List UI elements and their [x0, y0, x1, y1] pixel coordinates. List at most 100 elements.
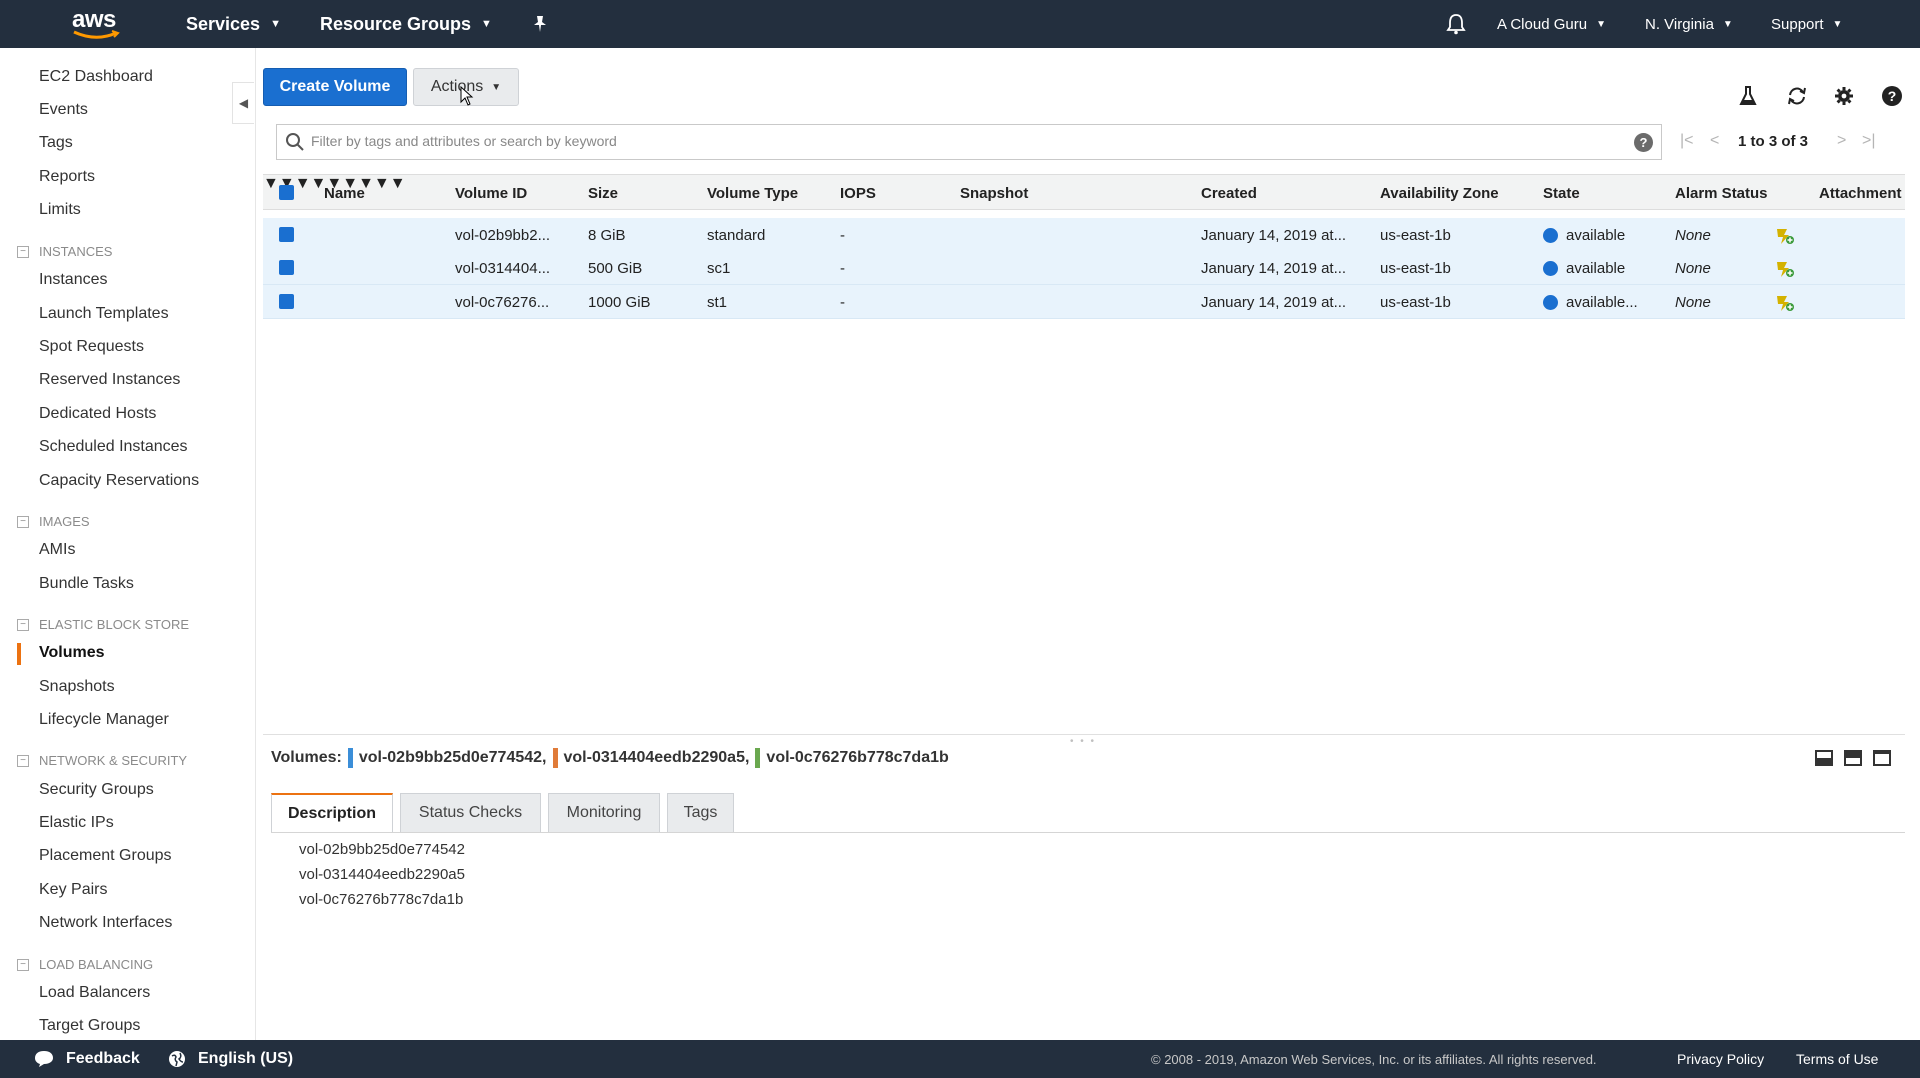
- volume-id-link[interactable]: vol-02b9bb25d0e774542,: [359, 749, 547, 767]
- aws-logo[interactable]: aws: [70, 6, 124, 42]
- sidebar-item-snapshots[interactable]: Snapshots: [39, 678, 115, 696]
- collapse-icon[interactable]: −: [17, 754, 29, 767]
- sort-icon[interactable]: ▼: [374, 175, 390, 192]
- select-all-checkbox[interactable]: [279, 185, 294, 200]
- volume-id-link[interactable]: vol-0c76276b778c7da1b: [766, 749, 948, 767]
- volume-id-link[interactable]: vol-0314404eedb2290a5,: [564, 749, 750, 767]
- sidebar-section-images[interactable]: − IMAGES: [17, 514, 90, 529]
- sidebar-item-instances[interactable]: Instances: [39, 271, 107, 289]
- gear-icon[interactable]: [1832, 84, 1856, 108]
- create-volume-button[interactable]: Create Volume: [263, 68, 407, 106]
- refresh-icon[interactable]: [1785, 84, 1809, 108]
- sidebar-item-lifecycle-manager[interactable]: Lifecycle Manager: [39, 711, 169, 729]
- sort-icon[interactable]: ▼: [263, 175, 279, 192]
- top-nav: aws Services ▼ Resource Groups ▼ A Cloud…: [0, 0, 1920, 48]
- search-input[interactable]: [311, 133, 1611, 149]
- table-row[interactable]: vol-02b9bb2... 8 GiB standard - January 14, …: [263, 218, 1905, 252]
- column-header-volume-type[interactable]: Volume Type: [707, 175, 798, 211]
- sidebar-item-limits[interactable]: Limits: [39, 201, 81, 219]
- row-checkbox[interactable]: [279, 294, 294, 309]
- prev-page-icon[interactable]: <: [1710, 132, 1719, 150]
- pin-icon[interactable]: [532, 0, 548, 48]
- bell-icon[interactable]: [1446, 0, 1466, 48]
- create-alarm-icon[interactable]: [1775, 251, 1795, 285]
- sidebar-section-load-balancing[interactable]: − LOAD BALANCING: [17, 957, 153, 972]
- resize-handle[interactable]: • • •: [1070, 736, 1100, 747]
- sidebar-item-key-pairs[interactable]: Key Pairs: [39, 881, 107, 899]
- column-header-snapshot[interactable]: Snapshot: [960, 175, 1028, 211]
- sidebar-item-spot-requests[interactable]: Spot Requests: [39, 338, 144, 356]
- sidebar-item-placement-groups[interactable]: Placement Groups: [39, 847, 172, 865]
- sidebar-item-elastic-ips[interactable]: Elastic IPs: [39, 814, 114, 832]
- column-header-alarm-status[interactable]: Alarm Status: [1675, 175, 1768, 211]
- feedback-link[interactable]: Feedback: [34, 1050, 140, 1068]
- privacy-policy-link[interactable]: Privacy Policy: [1677, 1051, 1764, 1067]
- collapse-sidebar-icon[interactable]: ◀: [232, 82, 254, 124]
- sidebar-section-elastic-block-store[interactable]: − ELASTIC BLOCK STORE: [17, 617, 189, 632]
- flask-icon[interactable]: [1736, 84, 1760, 108]
- column-header-state[interactable]: State: [1543, 175, 1580, 211]
- resource-groups-menu[interactable]: Resource Groups ▼: [320, 0, 492, 48]
- cell-type: st1: [707, 293, 728, 311]
- column-header-size[interactable]: Size: [588, 175, 618, 211]
- first-page-icon[interactable]: |<: [1680, 132, 1694, 150]
- row-checkbox[interactable]: [279, 260, 294, 275]
- column-header-created[interactable]: Created: [1201, 175, 1257, 211]
- create-alarm-icon[interactable]: [1775, 218, 1795, 252]
- column-header-availability-zone[interactable]: Availability Zone: [1380, 175, 1499, 211]
- layout-top-icon[interactable]: [1844, 750, 1862, 766]
- sidebar-item-load-balancers[interactable]: Load Balancers: [39, 984, 150, 1002]
- sidebar-item-dedicated-hosts[interactable]: Dedicated Hosts: [39, 405, 156, 423]
- state-label: available: [1566, 259, 1626, 277]
- create-alarm-icon[interactable]: [1775, 285, 1795, 319]
- layout-bottom-icon[interactable]: [1815, 750, 1833, 766]
- services-menu[interactable]: Services ▼: [186, 0, 281, 48]
- column-header-iops[interactable]: IOPS: [840, 175, 876, 211]
- sidebar-item-capacity-reservations[interactable]: Capacity Reservations: [39, 472, 199, 490]
- terms-of-use-link[interactable]: Terms of Use: [1796, 1051, 1878, 1067]
- tab-monitoring[interactable]: Monitoring: [548, 793, 660, 833]
- table-row[interactable]: vol-0c76276... 1000 GiB st1 - January 14, 20…: [263, 285, 1905, 319]
- search-help-icon[interactable]: ?: [1634, 133, 1653, 152]
- next-page-icon[interactable]: >: [1837, 132, 1846, 150]
- sidebar-item-amis[interactable]: AMIs: [39, 541, 75, 559]
- layout-full-icon[interactable]: [1873, 750, 1891, 766]
- language-selector[interactable]: English (US): [168, 1050, 293, 1068]
- sidebar-item-target-groups[interactable]: Target Groups: [39, 1017, 140, 1035]
- sort-icon[interactable]: ▼: [295, 175, 311, 192]
- sidebar-item-events[interactable]: Events: [39, 101, 88, 119]
- table-row[interactable]: vol-0314404... 500 GiB sc1 - January 14, 201…: [263, 251, 1905, 285]
- sidebar-item-reports[interactable]: Reports: [39, 168, 95, 186]
- row-checkbox[interactable]: [279, 227, 294, 242]
- sidebar-item-security-groups[interactable]: Security Groups: [39, 781, 154, 799]
- sidebar-item-tags[interactable]: Tags: [39, 134, 73, 152]
- sidebar-item-scheduled-instances[interactable]: Scheduled Instances: [39, 438, 188, 456]
- column-header-attachment[interactable]: Attachment: [1819, 175, 1902, 211]
- collapse-icon[interactable]: −: [17, 515, 29, 528]
- sidebar-section-network-security[interactable]: − NETWORK & SECURITY: [17, 753, 187, 768]
- collapse-icon[interactable]: −: [17, 245, 29, 258]
- sidebar-item-launch-templates[interactable]: Launch Templates: [39, 305, 169, 323]
- status-dot-icon: [1543, 227, 1558, 243]
- collapse-icon[interactable]: −: [17, 618, 29, 631]
- region-menu[interactable]: N. Virginia ▼: [1645, 0, 1733, 48]
- sidebar-item-bundle-tasks[interactable]: Bundle Tasks: [39, 575, 134, 593]
- sidebar-item-network-interfaces[interactable]: Network Interfaces: [39, 914, 172, 932]
- last-page-icon[interactable]: >|: [1862, 132, 1876, 150]
- sidebar-item-ec2-dashboard[interactable]: EC2 Dashboard: [39, 68, 153, 86]
- tab-status-checks[interactable]: Status Checks: [400, 793, 541, 833]
- sort-icon[interactable]: ▼: [390, 175, 406, 192]
- tab-description[interactable]: Description: [271, 793, 393, 833]
- cell-created: January 14, 2019 at...: [1201, 226, 1347, 244]
- column-header-name[interactable]: Name: [324, 175, 365, 211]
- page-range: 1 to 3 of 3: [1738, 133, 1809, 150]
- collapse-icon[interactable]: −: [17, 958, 29, 971]
- help-icon[interactable]: ?: [1880, 84, 1904, 108]
- tab-tags[interactable]: Tags: [667, 793, 734, 833]
- column-header-volume-id[interactable]: Volume ID: [455, 175, 527, 211]
- sidebar-section-instances[interactable]: − INSTANCES: [17, 244, 112, 259]
- sidebar-item-volumes[interactable]: Volumes: [39, 644, 105, 662]
- support-menu[interactable]: Support ▼: [1771, 0, 1842, 48]
- sidebar-item-reserved-instances[interactable]: Reserved Instances: [39, 371, 180, 389]
- account-menu[interactable]: A Cloud Guru ▼: [1497, 0, 1606, 48]
